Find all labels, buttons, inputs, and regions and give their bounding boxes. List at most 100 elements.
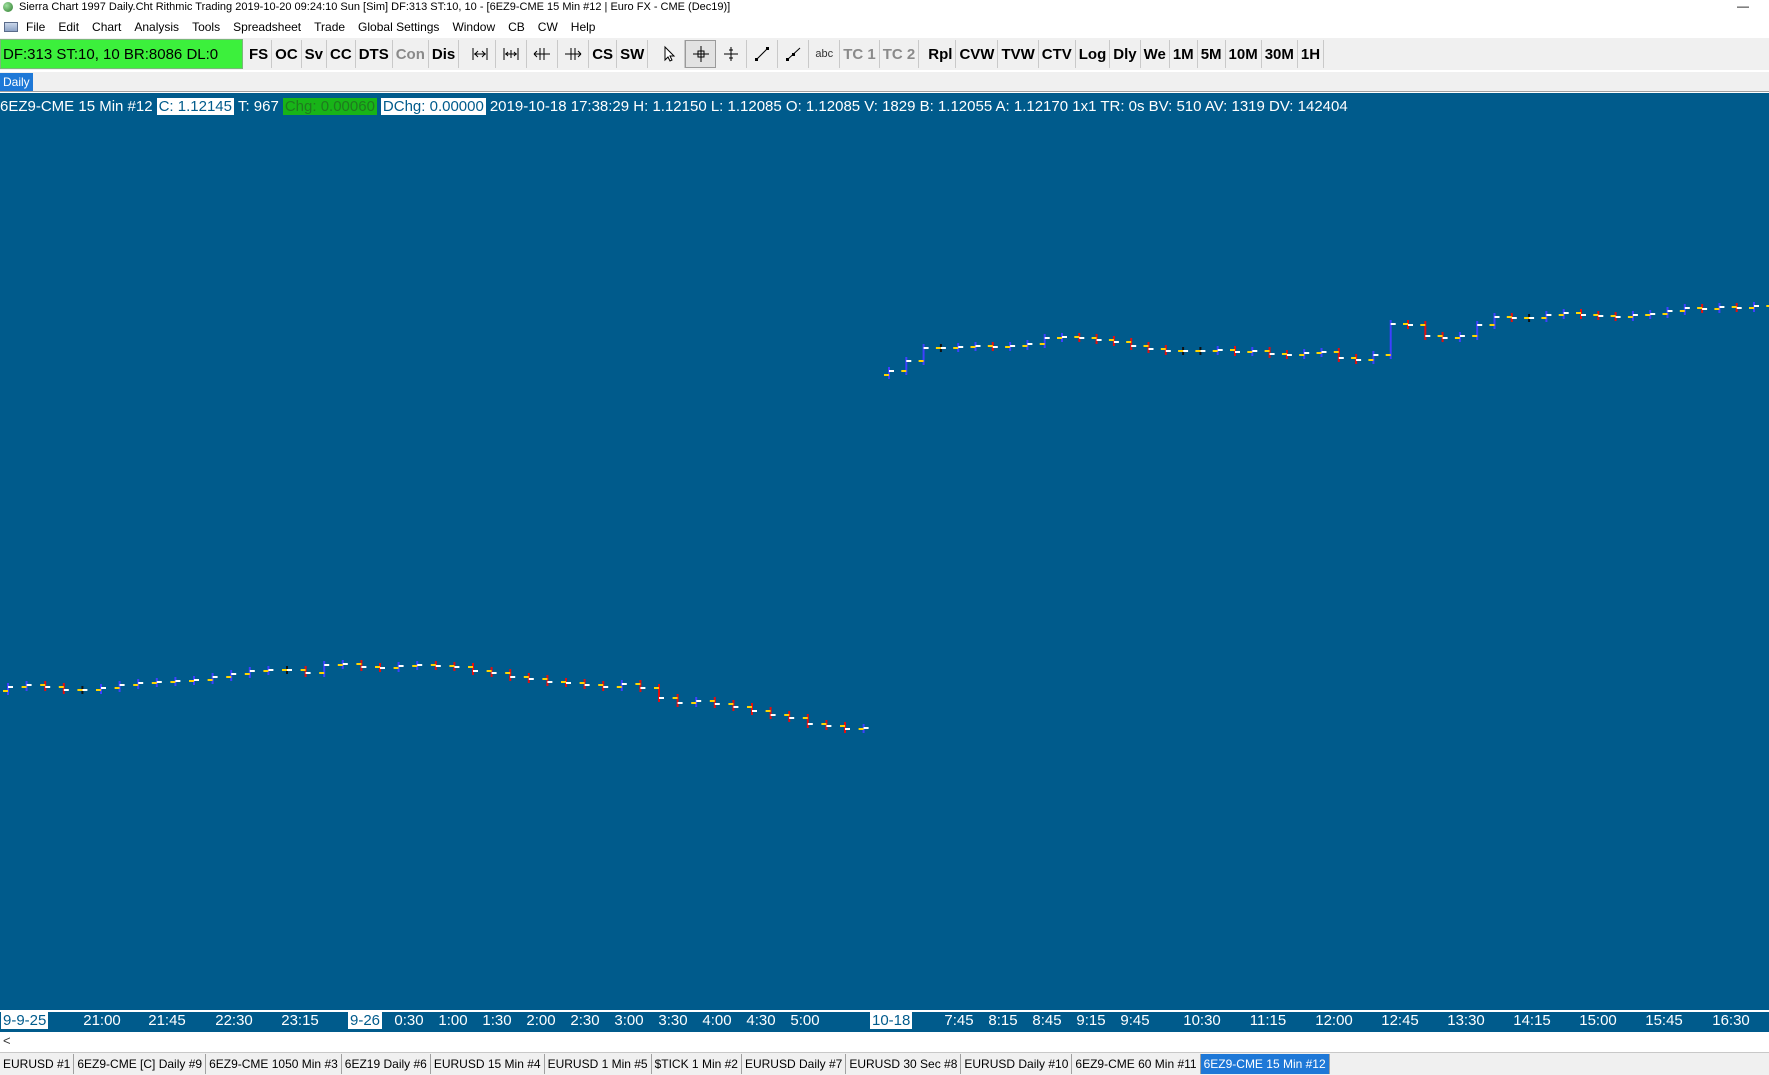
connection-status[interactable]: DF:313 ST:10, 10 BR:8086 DL:0 [0,39,243,69]
tab-daily[interactable]: Daily [0,73,33,91]
price-bar [901,357,912,375]
scroll-area[interactable]: < [0,1032,1769,1052]
draw-ray-icon[interactable] [778,40,810,68]
minimize-button[interactable]: — [1737,0,1749,13]
price-bar [468,663,478,675]
chartbook-tab[interactable]: EURUSD Daily #10 [961,1054,1073,1074]
button-dis[interactable]: Dis [429,40,460,68]
chartbook-tab[interactable]: 6EZ19 Daily #6 [342,1054,431,1074]
price-bar [207,673,218,684]
button-rpl[interactable]: Rpl [925,40,957,68]
scroll-left-icon[interactable] [527,40,559,68]
price-bar [1420,321,1431,340]
time-tick-label: 12:00 [1315,1012,1353,1029]
menu-edit[interactable]: Edit [58,20,79,34]
button-cc[interactable]: CC [327,40,356,68]
price-bar [1403,320,1413,329]
chartbook-tab[interactable]: $TICK 1 Min #2 [652,1054,742,1074]
price-bar [987,342,998,351]
scroll-right-icon[interactable] [558,40,590,68]
price-bar [1437,332,1448,342]
price-bar [21,681,32,691]
price-bar [1576,309,1586,319]
scroll-left-arrow-icon[interactable]: < [3,1033,11,1048]
button-5m[interactable]: 5M [1198,40,1226,68]
button-dly[interactable]: Dly [1110,40,1141,68]
menu-global-settings[interactable]: Global Settings [358,20,439,34]
price-bar [1230,346,1240,356]
price-bar [747,703,757,715]
control-bar: DF:313 ST:10, 10 BR:8086 DL:0 FS OC Sv CC DT… [0,38,1769,70]
time-tick-label: 15:00 [1579,1012,1617,1029]
menu-cw[interactable]: CW [538,20,558,34]
button-tvw[interactable]: TVW [998,40,1039,68]
button-1m[interactable]: 1M [1170,40,1198,68]
menu-analysis[interactable]: Analysis [134,20,179,34]
chartbook-tabs: EURUSD #1 6EZ9-CME [C] Daily #9 6EZ9-CME 1… [0,1052,1769,1075]
chartbook-tab[interactable]: 6EZ9-CME 1050 Min #3 [206,1054,342,1074]
button-30m[interactable]: 30M [1262,40,1298,68]
quote-symbol: 6EZ9-CME 15 Min #12 [0,97,153,115]
system-menu-icon[interactable] [4,22,18,32]
button-sw[interactable]: SW [617,40,649,68]
cursor-cross-icon[interactable] [716,40,748,68]
price-bar [840,722,850,733]
button-cvw[interactable]: CVW [956,40,999,68]
price-bar [300,666,311,677]
chartbook-tab[interactable]: 6EZ9-CME 60 Min #11 [1072,1054,1201,1074]
button-fs[interactable]: FS [246,40,273,68]
button-dts[interactable]: DTS [356,40,393,68]
chartbook-tab[interactable]: EURUSD 15 Min #4 [431,1054,545,1074]
button-tc-1[interactable]: TC 1 [840,40,880,68]
menu-chart[interactable]: Chart [92,20,121,34]
sierra-chart-window: Sierra Chart 1997 Daily.Cht Rithmic Trad… [0,0,1769,1075]
price-bar [1005,342,1016,351]
chartbook-tab[interactable]: EURUSD #1 [0,1054,75,1074]
button-sv[interactable]: Sv [302,40,328,68]
quote-close: C: 1.12145 [156,97,234,115]
price-bar [523,673,534,683]
price-bar [1212,346,1223,355]
menu-file[interactable]: File [26,20,45,34]
price-bar [58,683,69,694]
price-bar [1368,351,1379,364]
price-bar [96,684,106,694]
menu-help[interactable]: Help [571,20,596,34]
button-con[interactable]: Con [393,40,429,68]
price-chart[interactable]: 6EZ9-CME 15 Min #12 C: 1.12145 T: 967 Ch… [0,93,1769,1010]
quote-details: 2019-10-18 17:38:29 H: 1.12150 L: 1.1208… [489,97,1348,115]
app-globe-icon [3,2,13,12]
scale-range-fixed-icon[interactable] [496,40,528,68]
button-tc-2[interactable]: TC 2 [880,40,920,68]
price-bar [40,681,51,691]
menu-cb[interactable]: CB [508,20,525,34]
chartbook-tab[interactable]: EURUSD 30 Sec #8 [846,1054,962,1074]
menu-tools[interactable]: Tools [192,20,220,34]
price-bar [598,681,609,691]
button-1h[interactable]: 1H [1298,40,1325,68]
menu-window[interactable]: Window [452,20,495,34]
price-bar [616,680,627,691]
scale-range-icon[interactable] [465,40,497,68]
chartbook-tab[interactable]: 6EZ9-CME 15 Min #12 [1200,1054,1330,1074]
pointer-icon[interactable] [654,40,686,68]
button-log[interactable]: Log [1076,40,1111,68]
text-tool-icon[interactable]: abc [809,40,841,68]
time-tick-label: 21:45 [148,1012,186,1029]
menu-spreadsheet[interactable]: Spreadsheet [233,20,301,34]
price-bar [1126,338,1137,350]
crosshair-icon[interactable] [685,40,717,68]
menu-trade[interactable]: Trade [314,20,345,34]
button-10m[interactable]: 10M [1226,40,1262,68]
chartbook-tab[interactable]: 6EZ9-CME [C] Daily #9 [74,1054,207,1074]
button-ctv[interactable]: CTV [1039,40,1076,68]
button-cs[interactable]: CS [589,40,618,68]
chartbook-tab[interactable]: EURUSD 1 Min #5 [545,1054,652,1074]
price-bar [1472,321,1483,340]
chartbook-tab[interactable]: EURUSD Daily #7 [742,1054,847,1074]
button-we[interactable]: We [1141,40,1170,68]
toolbar-group-tc: TC 1 TC 2 [840,40,920,68]
button-oc[interactable]: OC [272,40,302,68]
draw-line-icon[interactable] [747,40,779,68]
price-bar [1749,302,1759,312]
